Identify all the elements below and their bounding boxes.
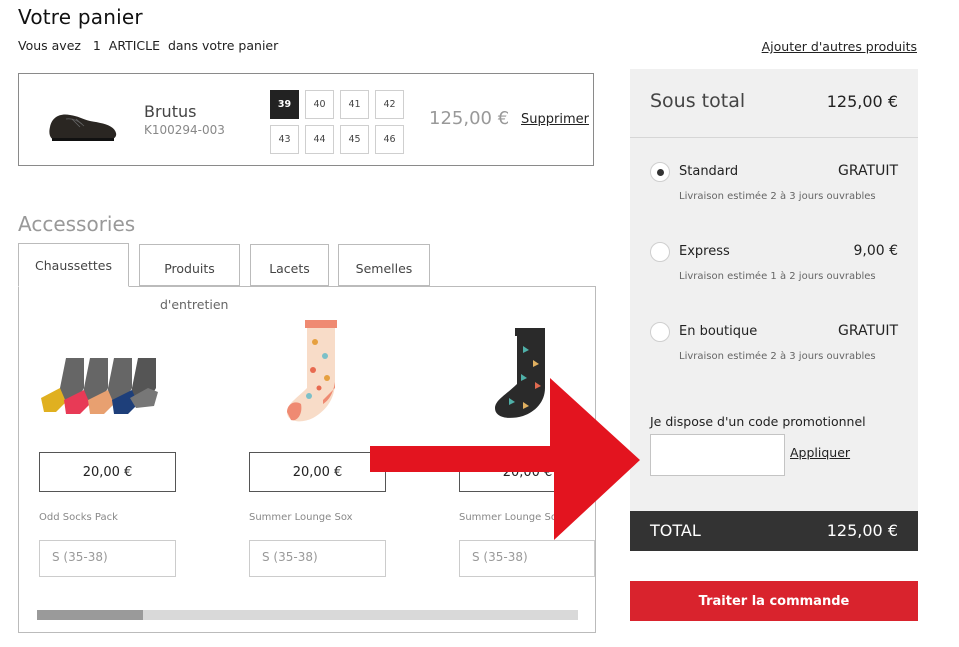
accessory-size-select[interactable]: S (35-38) <box>249 540 386 577</box>
shipping-option-price: GRATUIT <box>838 323 898 339</box>
cart-count-text: Vous avez 1 ARTICLE dans votre panier <box>18 38 279 53</box>
shipping-option-note: Livraison estimée 2 à 3 jours ouvrables <box>679 191 876 202</box>
tab-semelles[interactable]: Semelles <box>338 244 430 286</box>
odd-socks-image[interactable] <box>36 318 166 428</box>
tab-lacets[interactable]: Lacets <box>250 244 329 286</box>
promo-apply-link[interactable]: Appliquer <box>790 445 850 460</box>
shoe-image <box>49 114 117 141</box>
add-more-products-link[interactable]: Ajouter d'autres produits <box>762 39 917 54</box>
subtotal-label: Sous total <box>650 90 746 112</box>
size-option-45[interactable]: 45 <box>340 125 369 154</box>
page-title: Votre panier <box>18 5 143 29</box>
shipping-option-name: En boutique <box>679 324 758 339</box>
radio-selected-dot <box>657 169 664 176</box>
product-price: 125,00 € <box>429 108 510 129</box>
size-option-40[interactable]: 40 <box>305 90 334 119</box>
cart-item: Brutus K100294-003 39 40 41 42 43 44 45 … <box>18 73 594 166</box>
accessory-name: Summer Lounge Sox <box>249 512 353 523</box>
shipping-option-name: Express <box>679 244 730 259</box>
shipping-option-price: 9,00 € <box>853 243 898 259</box>
promo-code-input[interactable] <box>650 434 785 476</box>
shipping-standard-radio[interactable] <box>650 162 670 182</box>
checkout-button[interactable]: Traiter la commande <box>630 581 918 621</box>
size-option-44[interactable]: 44 <box>305 125 334 154</box>
total-bar: TOTAL 125,00 € <box>630 511 918 551</box>
size-selector: 39 40 41 42 43 44 45 46 <box>270 90 404 154</box>
summer-lounge-sox-image-1[interactable] <box>253 318 383 428</box>
size-option-39[interactable]: 39 <box>270 90 299 119</box>
size-option-41[interactable]: 41 <box>340 90 369 119</box>
accessory-size-select[interactable]: S (35-38) <box>39 540 176 577</box>
shipping-option-price: GRATUIT <box>838 163 898 179</box>
promo-code-label: Je dispose d'un code promotionnel <box>650 414 866 429</box>
shipping-option-note: Livraison estimée 1 à 2 jours ouvrables <box>679 271 876 282</box>
summer-lounge-sox-image-2[interactable] <box>465 318 595 428</box>
accessory-price-button[interactable]: 20,00 € <box>39 452 176 492</box>
tab-produits[interactable]: Produits <box>139 244 240 286</box>
size-option-43[interactable]: 43 <box>270 125 299 154</box>
tab-produits-overflow-text: d'entretien <box>160 297 229 312</box>
shipping-option-note: Livraison estimée 2 à 3 jours ouvrables <box>679 351 876 362</box>
accessories-scroll-thumb[interactable] <box>37 610 143 620</box>
accessory-price-button[interactable]: 20,00 € <box>249 452 386 492</box>
size-option-42[interactable]: 42 <box>375 90 404 119</box>
shipping-option-name: Standard <box>679 164 739 179</box>
product-reference: K100294-003 <box>144 123 225 137</box>
total-label: TOTAL <box>650 521 701 540</box>
accessory-size-select[interactable]: S (35-38) <box>459 540 595 577</box>
accessory-price-button[interactable]: 20,00 € <box>459 452 596 492</box>
summary-divider <box>630 137 918 138</box>
total-value: 125,00 € <box>826 521 898 540</box>
size-option-46[interactable]: 46 <box>375 125 404 154</box>
shipping-express-radio[interactable] <box>650 242 670 262</box>
accessory-name: Summer Lounge Sox <box>459 512 563 523</box>
product-name: Brutus <box>144 102 197 121</box>
remove-item-link[interactable]: Supprimer <box>521 112 589 127</box>
accessories-title: Accessories <box>18 212 136 236</box>
subtotal-value: 125,00 € <box>826 92 898 111</box>
shipping-boutique-radio[interactable] <box>650 322 670 342</box>
tab-chaussettes[interactable]: Chaussettes <box>18 243 129 287</box>
accessory-name: Odd Socks Pack <box>39 512 118 523</box>
